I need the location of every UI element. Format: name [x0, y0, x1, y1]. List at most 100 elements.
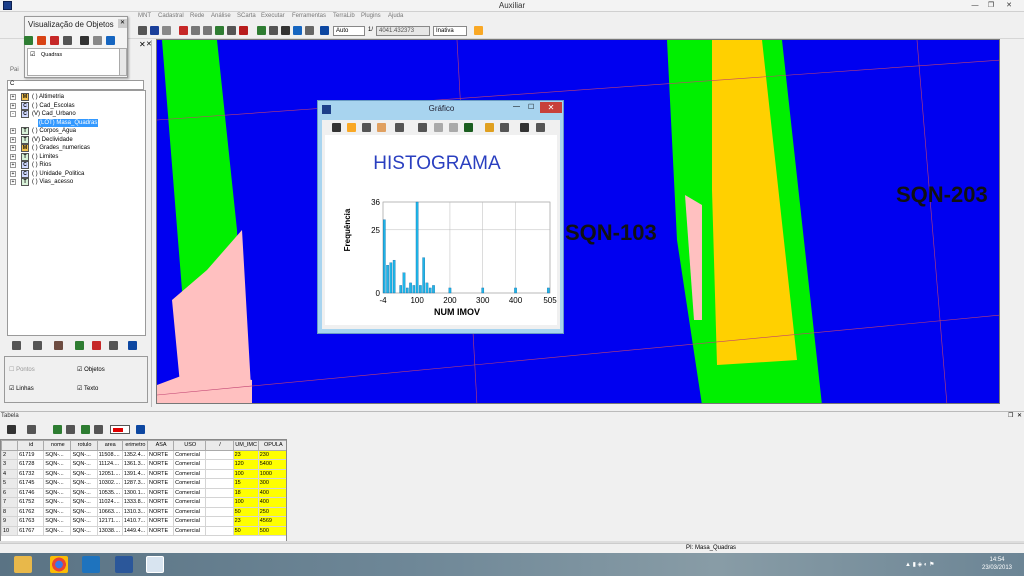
status-combo[interactable]: Inativa	[433, 26, 467, 36]
back-icon[interactable]	[434, 123, 443, 132]
table-options-icon[interactable]	[7, 425, 16, 434]
close-icon[interactable]: ✕	[146, 40, 152, 48]
table-cell[interactable]: 61763	[17, 516, 45, 527]
zoom-in-icon[interactable]	[395, 123, 404, 132]
column-header[interactable]: USO	[173, 440, 207, 451]
table-cell[interactable]: 500	[257, 525, 286, 536]
column-header[interactable]: id	[17, 440, 45, 451]
table-row[interactable]: 5 61745 SQN-... SQN-... 10302.... 1287.3... NO…	[1, 478, 286, 489]
expand-icon[interactable]: +	[10, 94, 16, 100]
table-cell[interactable]	[205, 487, 234, 498]
hand-icon[interactable]	[377, 123, 386, 132]
expand-icon[interactable]: -	[10, 111, 16, 117]
grid-icon[interactable]	[63, 36, 72, 45]
table-cell[interactable]: Comercial	[173, 516, 207, 527]
globe-icon[interactable]	[106, 36, 115, 45]
table-cell[interactable]: SQN-...	[70, 468, 98, 479]
layers-icon[interactable]	[257, 26, 266, 35]
table-cell[interactable]: 100	[232, 468, 259, 479]
check-objetos[interactable]: ☑ Objetos	[77, 366, 105, 373]
table-cell[interactable]: 61752	[17, 497, 45, 508]
undo-icon[interactable]	[239, 26, 248, 35]
expand-icon[interactable]: +	[10, 102, 16, 109]
table-cell[interactable]: 1000	[257, 468, 286, 479]
table-cell[interactable]: 400	[257, 487, 286, 498]
table-cell[interactable]: Comercial	[173, 478, 207, 489]
table-cell[interactable]: 100	[232, 497, 259, 508]
close-icon[interactable]: ✕	[118, 19, 127, 28]
zoom-in-icon[interactable]	[191, 26, 200, 35]
crosshair-icon[interactable]	[362, 123, 371, 132]
table-cell[interactable]: 250	[257, 506, 286, 517]
pages-icon[interactable]	[93, 36, 102, 45]
expand-icon[interactable]: +	[10, 128, 16, 134]
column-header[interactable]: /	[205, 440, 234, 451]
table-cell[interactable]: 5	[1, 478, 19, 489]
table-cell[interactable]: 1410.7...	[121, 516, 148, 527]
restore-icon[interactable]: ❐	[986, 1, 996, 10]
table-cell[interactable]: Comercial	[173, 525, 207, 536]
table-cell[interactable]: 61719	[17, 449, 45, 460]
edit-icon[interactable]	[54, 341, 63, 350]
table-cell[interactable]: 13038....	[96, 525, 123, 536]
table-cell[interactable]: 10535....	[96, 487, 123, 498]
refresh-icon[interactable]	[53, 425, 62, 434]
auto-combo[interactable]: Auto	[333, 26, 365, 36]
table-cell[interactable]: SQN-...	[70, 478, 98, 489]
table-cell[interactable]: 2	[1, 449, 19, 460]
table-cell[interactable]	[205, 468, 234, 479]
filter-icon[interactable]	[27, 425, 36, 434]
expand-icon[interactable]: +	[10, 136, 16, 143]
table-icon[interactable]	[269, 26, 278, 35]
table-cell[interactable]: SQN-...	[70, 506, 98, 517]
minimize-icon[interactable]: —	[513, 103, 520, 110]
check-texto[interactable]: ☑ Texto	[77, 385, 98, 392]
table-cell[interactable]: 400	[257, 497, 286, 508]
palette-icon[interactable]	[485, 123, 494, 132]
table-cell[interactable]: 230	[257, 449, 286, 460]
back-icon[interactable]	[227, 26, 236, 35]
table-cell[interactable]: NORTE	[146, 516, 175, 527]
table-cell[interactable]: 23	[232, 516, 259, 527]
table-row[interactable]: 4 61732 SQN-... SQN-... 12051.... 1391.4... NO…	[1, 468, 286, 479]
expand-icon[interactable]: +	[10, 145, 16, 151]
help-icon[interactable]	[128, 341, 137, 350]
table-cell[interactable]: NORTE	[146, 478, 175, 489]
table-cell[interactable]: SQN-...	[70, 525, 98, 536]
zoom-out-icon[interactable]	[203, 26, 212, 35]
table-cell[interactable]: 6	[1, 487, 19, 498]
table-cell[interactable]: 1287.3...	[121, 478, 148, 489]
expand-icon[interactable]: +	[10, 170, 16, 177]
layer-combo[interactable]: C	[7, 80, 144, 90]
column-header[interactable]	[1, 440, 19, 451]
check-linhas[interactable]: ☑ Linhas	[9, 385, 34, 392]
table-row[interactable]: 2 61719 SQN-... SQN-... 11508.... 1352.4... NO…	[1, 449, 286, 460]
grid-icon[interactable]	[66, 425, 75, 434]
table-cell[interactable]: 10302....	[96, 478, 123, 489]
table-row[interactable]: 3 61728 SQN-... SQN-... 11124.... 1361.3... NO…	[1, 459, 286, 470]
table-row[interactable]: 9 61763 SQN-... SQN-... 12171.... 1410.7... NO…	[1, 516, 286, 527]
table-cell[interactable]: 61728	[17, 459, 45, 470]
menu-item[interactable]: Ajuda	[388, 13, 403, 19]
maximize-icon[interactable]: ☐	[528, 103, 534, 111]
table-cell[interactable]: 50	[232, 525, 259, 536]
table-cell[interactable]: 7	[1, 497, 19, 508]
arrow-dropdown-icon[interactable]	[281, 26, 290, 35]
menu-item[interactable]: Rede	[190, 13, 204, 19]
column-header[interactable]: ASA	[146, 440, 175, 451]
table-cell[interactable]: 23	[232, 449, 259, 460]
color-picker[interactable]	[110, 425, 130, 434]
table-cell[interactable]: Comercial	[173, 459, 207, 470]
table-cell[interactable]: SQN-...	[70, 459, 98, 470]
table-cell[interactable]: Comercial	[173, 468, 207, 479]
check-pontos[interactable]: ☐ Pontos	[9, 366, 35, 373]
menu-item[interactable]: Plugins	[361, 13, 381, 19]
refresh-icon[interactable]	[320, 26, 329, 35]
table-cell[interactable]: 1352.4...	[121, 449, 148, 460]
restore-icon[interactable]: ❐	[1008, 412, 1013, 419]
table-cell[interactable]: Comercial	[173, 487, 207, 498]
column-header[interactable]: area	[96, 440, 123, 451]
expand-icon[interactable]: +	[10, 179, 16, 185]
menu-item[interactable]: Executar	[261, 13, 285, 19]
table-cell[interactable]: SQN-...	[70, 516, 98, 527]
